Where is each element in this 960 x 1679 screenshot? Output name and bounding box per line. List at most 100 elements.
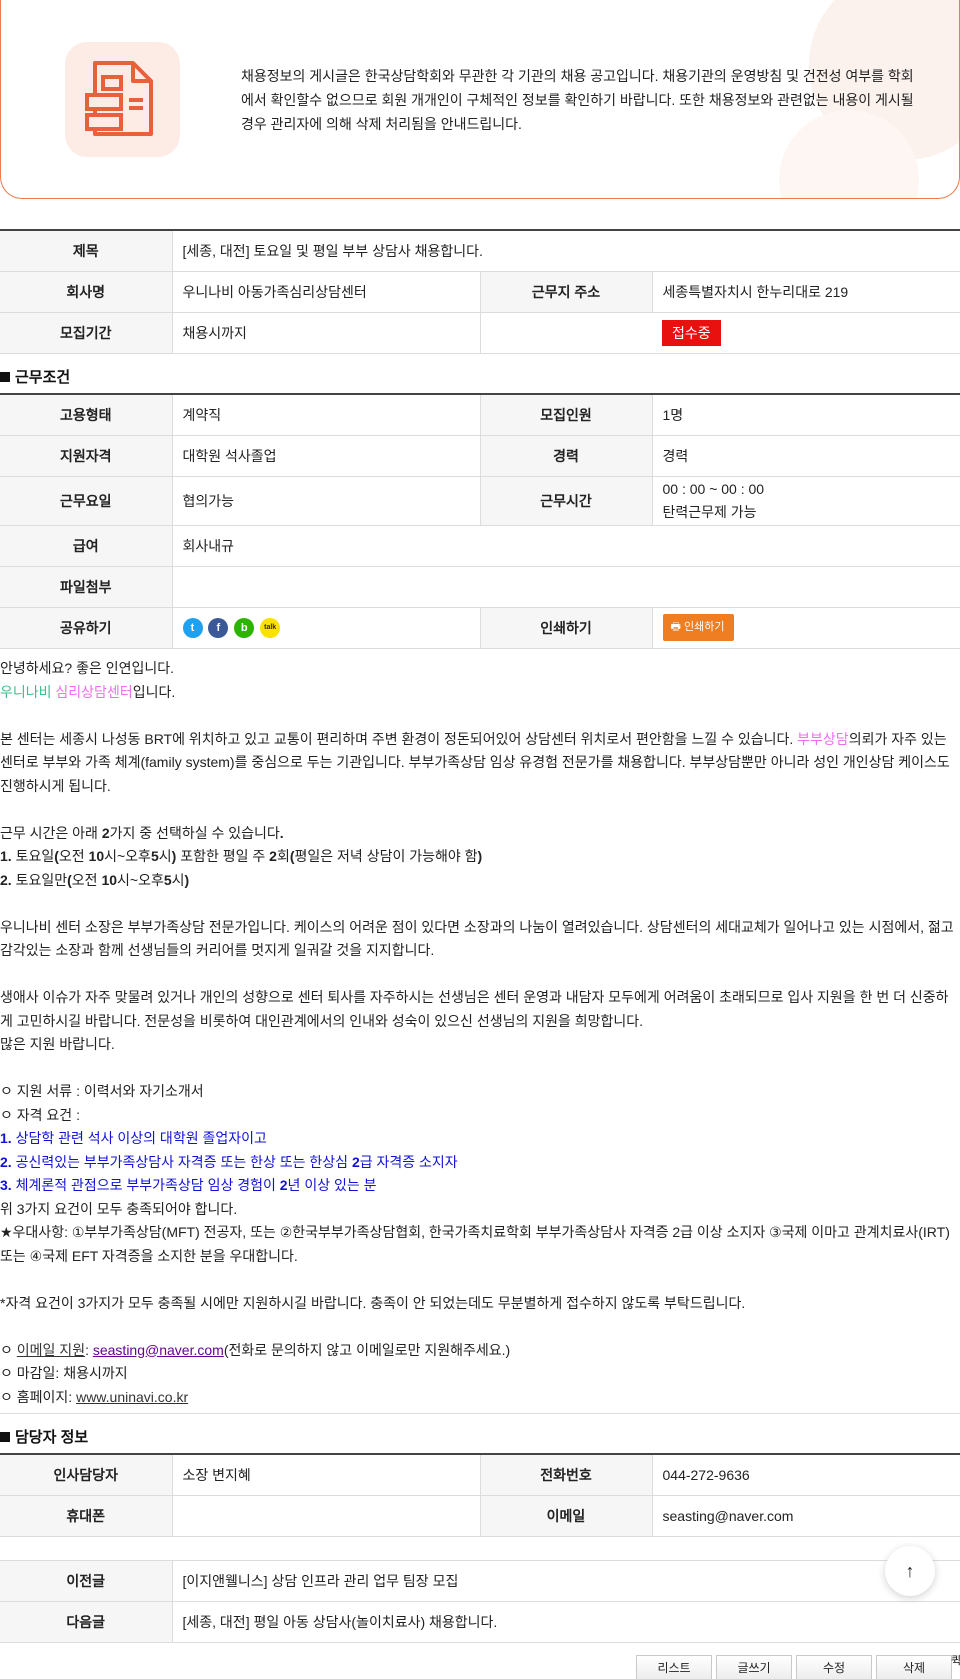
status-cell: 접수중 bbox=[652, 311, 960, 354]
contact-section-title: 담당자 정보 bbox=[0, 1426, 88, 1447]
print-label: 인쇄하기 bbox=[479, 606, 653, 649]
hours-option-1: 1. 토요일(오전 10시~오후5시) 포함한 평일 주 2회(평일은 저녁 상… bbox=[0, 845, 960, 869]
preference-paragraph: ★우대사항: ①부부가족상담(MFT) 전공자, 또는 ②한국부부가족상담협회,… bbox=[0, 1224, 950, 1264]
email-apply-label: 이메일 지원 bbox=[16, 1341, 86, 1358]
hours-option-2: 2. 토요일만(오전 10시~오후5시) bbox=[0, 869, 960, 893]
requirement-text: 급 자격증 소지자 bbox=[359, 1153, 458, 1170]
post-body: 안녕하세요? 좋은 인연입니다. 우니나비 심리상담센터입니다. 본 센터는 세… bbox=[0, 657, 960, 1409]
hr-label: 인사담당자 bbox=[0, 1453, 173, 1496]
requirement-number: 1. bbox=[0, 1130, 12, 1146]
intro-text-1: 본 센터는 세종시 나성동 BRT에 위치하고 있고 교통이 편리하며 주변 환… bbox=[0, 730, 798, 747]
phone-number: 044-272-9636 bbox=[651, 1453, 960, 1496]
career-label: 경력 bbox=[479, 434, 653, 477]
facebook-icon[interactable]: f bbox=[208, 617, 229, 638]
band-icon[interactable]: b bbox=[234, 617, 255, 638]
delete-button[interactable]: 삭제 bbox=[876, 1655, 952, 1679]
option-text: 10 bbox=[101, 871, 118, 888]
share-label: 공유하기 bbox=[0, 606, 173, 649]
option-text: 2. bbox=[0, 871, 16, 888]
salary-label: 급여 bbox=[0, 524, 173, 567]
option-text: 2 bbox=[269, 848, 277, 864]
edit-button[interactable]: 수정 bbox=[796, 1655, 872, 1679]
notice-banner: 채용정보의 게시글은 한국상담학회와 무관한 각 기관의 채용 공고입니다. 채… bbox=[0, 0, 960, 199]
homepage-link[interactable]: www.uninavi.co.kr bbox=[76, 1389, 188, 1405]
option-text: 시~오후 bbox=[117, 871, 164, 888]
share-icons: t f b talk bbox=[171, 606, 481, 649]
write-button[interactable]: 글쓰기 bbox=[716, 1655, 792, 1679]
option-text: 오전 bbox=[71, 871, 102, 888]
mobile-label: 휴대폰 bbox=[0, 1494, 173, 1537]
career: 경력 bbox=[651, 434, 960, 477]
option-text: ) bbox=[184, 871, 190, 888]
company-name: 우니나비 아동가족심리상담센터 bbox=[171, 270, 481, 313]
print-button-label: 인쇄하기 bbox=[683, 621, 725, 633]
print-button[interactable]: 🖶 인쇄하기 bbox=[662, 614, 735, 641]
conditions-section-title: 근무조건 bbox=[0, 366, 70, 387]
prev-label: 이전글 bbox=[0, 1560, 173, 1602]
attachment-label: 파일첨부 bbox=[0, 565, 173, 608]
option-text: 평일은 저녁 상담이 가능해야 함 bbox=[294, 848, 478, 864]
square-bullet-icon bbox=[0, 1432, 10, 1442]
twitter-icon[interactable]: t bbox=[182, 617, 203, 638]
worktime-label: 근무시간 bbox=[479, 475, 653, 526]
print-cell: 🖶 인쇄하기 bbox=[651, 606, 960, 649]
email-apply-link[interactable]: seasting@naver.com bbox=[93, 1342, 224, 1358]
hours-text: 근무 시간은 아래 bbox=[0, 824, 102, 841]
requirement-text: 상담학 관련 석사 이상의 대학원 졸업자이고 bbox=[11, 1130, 267, 1146]
printer-icon: 🖶 bbox=[670, 621, 684, 633]
hours-intro: 근무 시간은 아래 2가지 중 선택하실 수 있습니다. bbox=[0, 822, 960, 846]
option-text: 포함한 평일 주 bbox=[180, 848, 270, 864]
title-label: 제목 bbox=[0, 229, 173, 272]
arrow-up-icon[interactable]: ↑ bbox=[885, 1546, 935, 1596]
email-note: (전화로 문의하지 않고 이메일로만 지원해주세요.) bbox=[223, 1341, 511, 1358]
closing-line: 많은 지원 바랍니다. bbox=[0, 1036, 115, 1052]
mobile-number bbox=[171, 1494, 481, 1537]
note-paragraph: *자격 요건이 3가지가 모두 충족될 시에만 지원하시길 바랍니다. 충족이 … bbox=[0, 1294, 746, 1311]
requirement-number: 2. bbox=[0, 1153, 12, 1170]
employment-type: 계약직 bbox=[171, 393, 481, 436]
worktime: 00 : 00 ~ 00 : 00 bbox=[662, 480, 765, 497]
address-label: 근무지 주소 bbox=[479, 270, 653, 313]
employment-type-label: 고용형태 bbox=[0, 393, 173, 436]
period-label: 모집기간 bbox=[0, 311, 173, 354]
hours-text: . bbox=[279, 824, 284, 841]
option-text: 시 bbox=[171, 871, 185, 888]
recruit-period: 채용시까지 bbox=[171, 311, 481, 354]
prev-post-link[interactable]: [이지앤웰니스] 상담 인프라 관리 업무 팀장 모집 bbox=[171, 1560, 960, 1602]
post-title: [세종, 대전] 토요일 및 평일 부부 상담사 채용합니다. bbox=[171, 229, 960, 272]
option-text: 시 bbox=[158, 848, 172, 864]
workdays: 협의가능 bbox=[171, 475, 481, 526]
option-text: 토요일 bbox=[15, 848, 55, 864]
option-text: 1. bbox=[0, 848, 16, 864]
hr-name: 소장 변지혜 bbox=[171, 1453, 481, 1496]
quick-menu-edge[interactable]: 퀵 bbox=[951, 1652, 960, 1668]
option-text: ) bbox=[171, 848, 181, 864]
contact-table: 인사담당자 소장 변지혜 전화번호 044-272-9636 휴대폰 이메일 s… bbox=[0, 1453, 960, 1537]
qualification: 대학원 석사졸업 bbox=[171, 434, 481, 477]
post-info-table: 제목 [세종, 대전] 토요일 및 평일 부부 상담사 채용합니다. 회사명 우… bbox=[0, 229, 960, 354]
period-spacer bbox=[479, 311, 652, 354]
deadline-line: ㅇ 마감일: 채용시까지 bbox=[0, 1365, 128, 1381]
option-text: 5 bbox=[163, 871, 172, 888]
center-name-pink: 심리상담센터 bbox=[51, 683, 133, 700]
kakaotalk-icon[interactable]: talk bbox=[260, 617, 281, 638]
homepage-prefix: ㅇ 홈페이지: bbox=[0, 1388, 77, 1405]
option-text: 5 bbox=[150, 848, 159, 864]
status-badge: 접수중 bbox=[662, 319, 721, 346]
notice-text: 채용정보의 게시글은 한국상담학회와 무관한 각 기관의 채용 공고입니다. 채… bbox=[241, 68, 914, 132]
hours-text: 2 bbox=[101, 824, 110, 841]
option-text: 오전 bbox=[58, 848, 89, 864]
requirement-2: 2. 공신력있는 부부가족상담사 자격증 또는 한상 또는 한상심 2급 자격증… bbox=[0, 1151, 960, 1175]
center-name: 우니나비 심리상담센터입니다. bbox=[0, 681, 960, 705]
workdays-label: 근무요일 bbox=[0, 475, 173, 526]
worktime-note: 탄력근무제 가능 bbox=[662, 503, 757, 520]
salary: 회사내규 bbox=[171, 524, 960, 567]
option-text: 회 bbox=[276, 848, 290, 864]
next-post-link[interactable]: [세종, 대전] 평일 아동 상담사(놀이치료사) 채용합니다. bbox=[171, 1601, 960, 1643]
requirements-all: 위 3가지 요건이 모두 충족되어야 합니다. bbox=[0, 1200, 238, 1217]
requirement-3: 3. 체계론적 관점으로 부부가족상담 임상 경험이 2년 이상 있는 분 bbox=[0, 1174, 960, 1198]
contact-title-text: 담당자 정보 bbox=[15, 1429, 89, 1446]
qualification-label: 지원자격 bbox=[0, 434, 173, 477]
list-button[interactable]: 리스트 bbox=[636, 1655, 712, 1679]
email-colon: : bbox=[85, 1341, 93, 1358]
